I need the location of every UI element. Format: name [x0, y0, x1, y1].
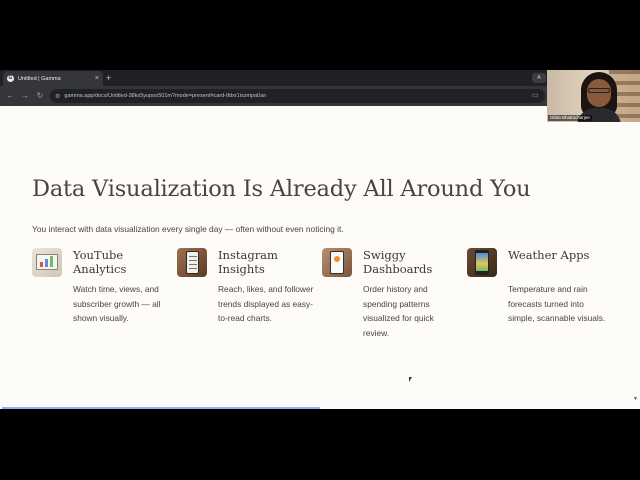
browser-tab-bar: G Untitled | Gamma × + A — [0, 70, 640, 86]
presentation-slide: Data Visualization Is Already All Around… — [0, 106, 640, 407]
card-description: Watch time, views, and subscriber growth… — [73, 284, 161, 323]
extension-button[interactable]: A — [532, 73, 546, 83]
new-tab-button[interactable]: + — [106, 71, 111, 85]
monitor-icon — [36, 254, 58, 270]
analytics-screen-image — [32, 248, 62, 277]
glasses-icon — [588, 88, 610, 93]
browser-tab[interactable]: G Untitled | Gamma × — [3, 71, 103, 86]
phone-icon — [186, 251, 199, 274]
phone-dashboard-image — [322, 248, 352, 277]
address-bar: ← → ↻ ⚙ gamma.app/docs/Untitled-38kx5yup… — [0, 86, 640, 106]
site-info-icon[interactable]: ⚙ — [55, 93, 60, 100]
cast-icon[interactable]: ▭ — [532, 90, 539, 102]
card-description: Reach, likes, and follower trends displa… — [218, 284, 314, 323]
webcam-overlay: Ishita Bhattacharjee — [547, 70, 640, 122]
url-field[interactable]: ⚙ gamma.app/docs/Untitled-38kx5yupoo501m… — [50, 89, 545, 103]
back-arrow-icon[interactable]: ← — [5, 90, 15, 102]
card-title: Weather Apps — [508, 248, 590, 262]
scroll-down-icon[interactable]: ▼ — [633, 396, 638, 402]
url-text: gamma.app/docs/Untitled-38kx5yupoo501m?m… — [64, 93, 267, 99]
card-description: Temperature and rain forecasts turned in… — [508, 284, 606, 323]
phone-icon — [475, 250, 489, 275]
forward-arrow-icon[interactable]: → — [20, 90, 30, 102]
slide-title: Data Visualization Is Already All Around… — [32, 176, 531, 202]
participant-name: Ishita Bhattacharjee — [548, 115, 592, 121]
slide-subtitle: You interact with data visualization eve… — [32, 224, 344, 234]
gamma-favicon-icon: G — [7, 75, 14, 82]
phone-icon — [330, 251, 344, 274]
card-title: Swiggy Dashboards — [363, 248, 433, 276]
card-title: YouTube Analytics — [73, 248, 127, 276]
close-icon[interactable]: × — [95, 75, 99, 82]
card-description: Order history and spending patterns visu… — [363, 284, 434, 338]
reload-icon[interactable]: ↻ — [35, 90, 45, 102]
mouse-cursor-icon — [409, 377, 412, 382]
tab-title: Untitled | Gamma — [18, 75, 61, 82]
phone-insights-image — [177, 248, 207, 277]
presentation-progress-bar — [2, 407, 320, 409]
phone-weather-image — [467, 248, 497, 277]
card-title: Instagram Insights — [218, 248, 278, 276]
